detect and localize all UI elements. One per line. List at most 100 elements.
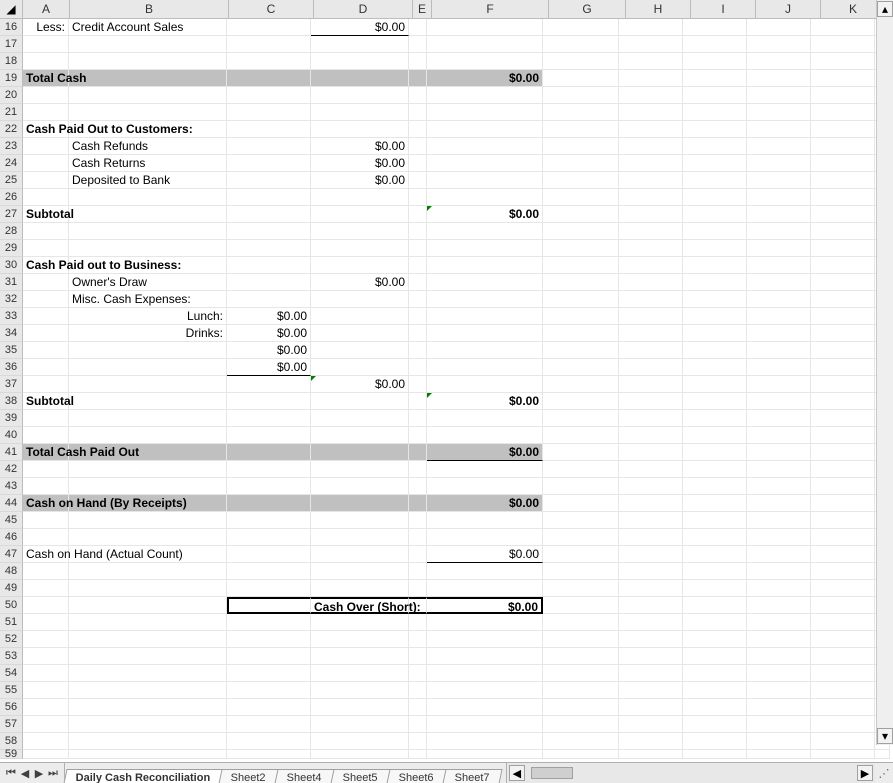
cell-E21[interactable] xyxy=(409,104,427,121)
row-header[interactable]: 41 xyxy=(0,444,23,461)
cell-A43[interactable] xyxy=(23,478,69,495)
cell-H38[interactable] xyxy=(619,393,683,410)
cell-E59[interactable] xyxy=(409,750,427,759)
cell-F18[interactable] xyxy=(427,53,543,70)
cell-D56[interactable] xyxy=(311,699,409,716)
cell-E18[interactable] xyxy=(409,53,427,70)
cell-J19[interactable] xyxy=(747,70,811,87)
cell-A44-cash-on-hand-receipts[interactable]: Cash on Hand (By Receipts) xyxy=(23,495,69,512)
cell-G58[interactable] xyxy=(543,733,619,750)
cell-F22[interactable] xyxy=(427,121,543,138)
resize-grip-icon[interactable]: ⋰ xyxy=(875,763,893,783)
cell-K24[interactable] xyxy=(811,155,875,172)
row-header[interactable]: 20 xyxy=(0,87,23,104)
cell-C22[interactable] xyxy=(227,121,311,138)
row-header[interactable]: 31 xyxy=(0,274,23,291)
cell-A32[interactable] xyxy=(23,291,69,308)
cell-I24[interactable] xyxy=(683,155,747,172)
cell-D59[interactable] xyxy=(311,750,409,759)
cell-D16[interactable]: $0.00 xyxy=(311,19,409,36)
cell-D54[interactable] xyxy=(311,665,409,682)
tab-next-button[interactable]: ▶ xyxy=(32,766,46,780)
cell-E39[interactable] xyxy=(409,410,427,427)
cell-D31[interactable]: $0.00 xyxy=(311,274,409,291)
cell-C45[interactable] xyxy=(227,512,311,529)
cell-I34[interactable] xyxy=(683,325,747,342)
cell-E47[interactable] xyxy=(409,546,427,563)
cell-J31[interactable] xyxy=(747,274,811,291)
cell-C17[interactable] xyxy=(227,36,311,53)
cell-G37[interactable] xyxy=(543,376,619,393)
row-header[interactable]: 35 xyxy=(0,342,23,359)
cell-F44[interactable]: $0.00 xyxy=(427,495,543,512)
cell-H27[interactable] xyxy=(619,206,683,223)
cell-C47[interactable] xyxy=(227,546,311,563)
cell-G47[interactable] xyxy=(543,546,619,563)
cell-G46[interactable] xyxy=(543,529,619,546)
row-header[interactable]: 59 xyxy=(0,750,23,759)
cell-G49[interactable] xyxy=(543,580,619,597)
cell-E57[interactable] xyxy=(409,716,427,733)
cell-D29[interactable] xyxy=(311,240,409,257)
cell-B25[interactable]: Deposited to Bank xyxy=(69,172,227,189)
cell-B19[interactable] xyxy=(69,70,227,87)
cell-D21[interactable] xyxy=(311,104,409,121)
cell-B29[interactable] xyxy=(69,240,227,257)
cell-G20[interactable] xyxy=(543,87,619,104)
cell-A58[interactable] xyxy=(23,733,69,750)
cell-H59[interactable] xyxy=(619,750,683,759)
cell-H47[interactable] xyxy=(619,546,683,563)
cell-J32[interactable] xyxy=(747,291,811,308)
cell-H36[interactable] xyxy=(619,359,683,376)
cell-K21[interactable] xyxy=(811,104,875,121)
cell-I21[interactable] xyxy=(683,104,747,121)
cell-C43[interactable] xyxy=(227,478,311,495)
cell-G26[interactable] xyxy=(543,189,619,206)
cell-G38[interactable] xyxy=(543,393,619,410)
cell-K32[interactable] xyxy=(811,291,875,308)
row-header[interactable]: 22 xyxy=(0,121,23,138)
cell-J53[interactable] xyxy=(747,648,811,665)
cell-G25[interactable] xyxy=(543,172,619,189)
cell-F39[interactable] xyxy=(427,410,543,427)
cell-H40[interactable] xyxy=(619,427,683,444)
cell-I48[interactable] xyxy=(683,563,747,580)
cell-B23[interactable]: Cash Refunds xyxy=(69,138,227,155)
cell-B40[interactable] xyxy=(69,427,227,444)
cell-D18[interactable] xyxy=(311,53,409,70)
cell-D36[interactable] xyxy=(311,359,409,376)
cell-G23[interactable] xyxy=(543,138,619,155)
row-header[interactable]: 29 xyxy=(0,240,23,257)
cell-E46[interactable] xyxy=(409,529,427,546)
cell-C49[interactable] xyxy=(227,580,311,597)
cell-I30[interactable] xyxy=(683,257,747,274)
cell-I54[interactable] xyxy=(683,665,747,682)
cell-H29[interactable] xyxy=(619,240,683,257)
cell-K44[interactable] xyxy=(811,495,875,512)
cell-I47[interactable] xyxy=(683,546,747,563)
cell-J39[interactable] xyxy=(747,410,811,427)
cell-B52[interactable] xyxy=(69,631,227,648)
cell-J21[interactable] xyxy=(747,104,811,121)
cell-H52[interactable] xyxy=(619,631,683,648)
cell-K22[interactable] xyxy=(811,121,875,138)
cell-E29[interactable] xyxy=(409,240,427,257)
cell-G59[interactable] xyxy=(543,750,619,759)
cell-C44[interactable] xyxy=(227,495,311,512)
cell-K48[interactable] xyxy=(811,563,875,580)
cell-H46[interactable] xyxy=(619,529,683,546)
cell-G32[interactable] xyxy=(543,291,619,308)
cell-I23[interactable] xyxy=(683,138,747,155)
cell-A49[interactable] xyxy=(23,580,69,597)
cell-E23[interactable] xyxy=(409,138,427,155)
cell-E16[interactable] xyxy=(409,19,427,36)
cell-B32[interactable]: Misc. Cash Expenses: xyxy=(69,291,227,308)
cell-D26[interactable] xyxy=(311,189,409,206)
cell-D55[interactable] xyxy=(311,682,409,699)
cell-A41-total-paid-out[interactable]: Total Cash Paid Out xyxy=(23,444,69,461)
tab-last-button[interactable]: ⏭ xyxy=(46,766,60,780)
cell-E35[interactable] xyxy=(409,342,427,359)
cell-K41[interactable] xyxy=(811,444,875,461)
cell-C53[interactable] xyxy=(227,648,311,665)
cell-A35[interactable] xyxy=(23,342,69,359)
